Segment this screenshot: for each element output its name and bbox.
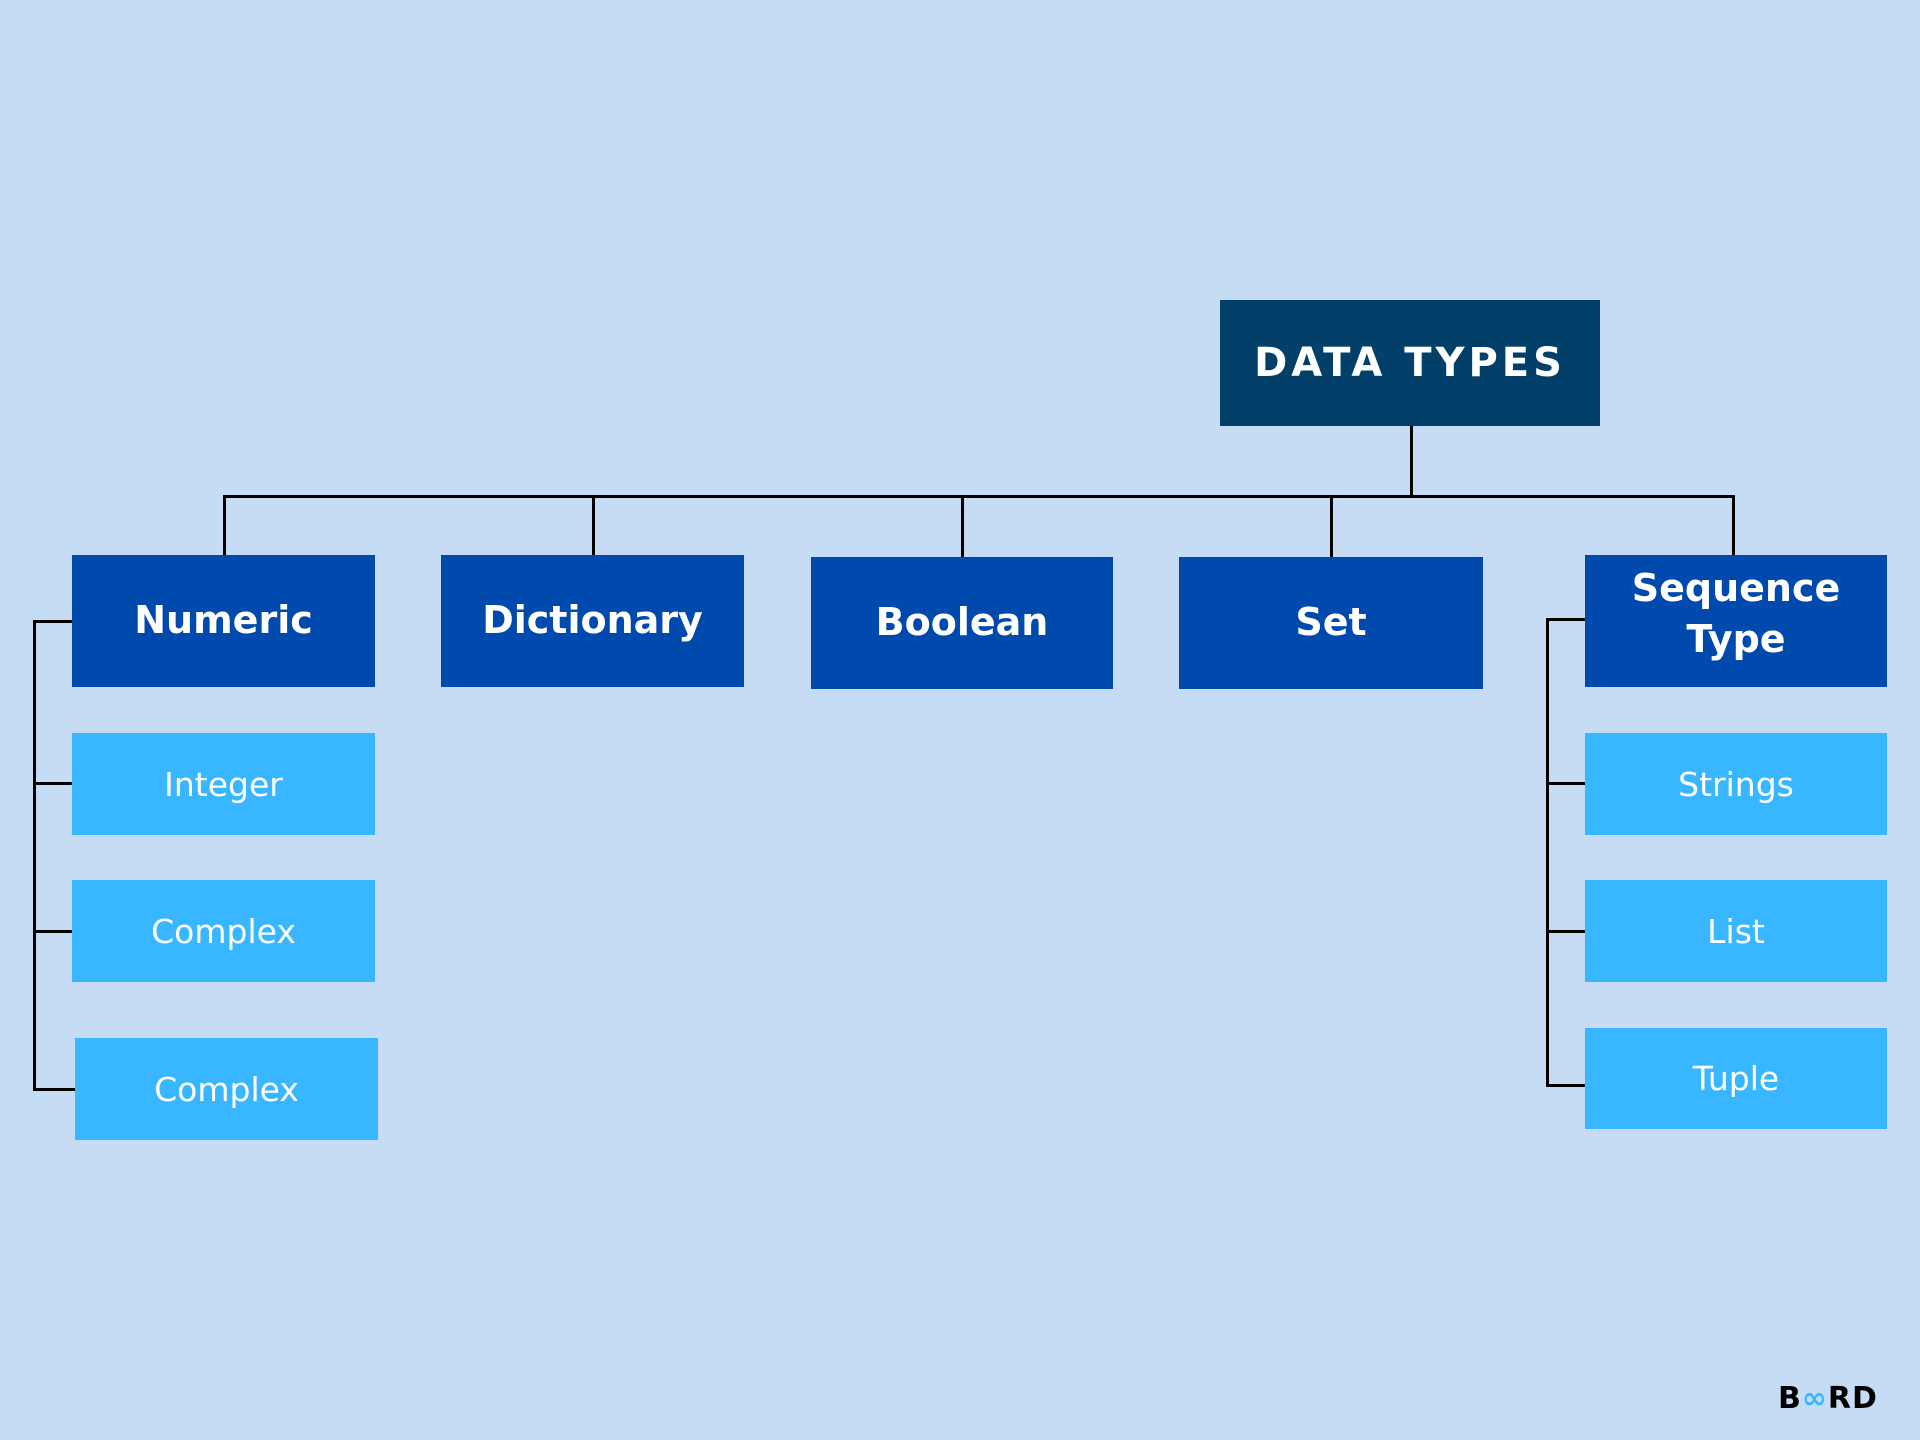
root-label: DATA TYPES [1254,340,1566,386]
numeric-spine [33,620,36,1091]
board-logo: B ∞ RD [1778,1381,1878,1416]
subtype-label: Complex [154,1069,299,1109]
boolean-stem [961,495,964,558]
list-branch [1546,930,1585,933]
sequence-stem [1732,495,1735,556]
sequence-spine [1546,618,1549,1087]
dictionary-stem [592,495,595,556]
category-node-sequence-type: Sequence Type [1585,555,1887,687]
root-node-data-types: DATA TYPES [1220,300,1600,426]
category-label: Boolean [875,600,1049,645]
subtype-node-list: List [1585,880,1887,982]
subtype-label: Tuple [1692,1059,1780,1098]
category-label: Set [1295,600,1367,645]
category-label: Numeric [134,598,313,643]
category-node-dictionary: Dictionary [441,555,744,687]
subtype-label: Complex [151,911,296,951]
subtype-label: Strings [1678,764,1794,804]
root-stem [1410,426,1413,497]
tuple-branch [1546,1084,1585,1087]
category-node-set: Set [1179,557,1483,689]
numeric-stem [223,495,226,556]
category-bus [223,495,1735,498]
subtype-node-complex: Complex [72,880,375,982]
logo-suffix: RD [1827,1381,1878,1416]
subtype-node-integer: Integer [72,733,375,835]
category-label: Dictionary [482,598,703,643]
category-label: Sequence Type [1631,565,1841,661]
category-node-boolean: Boolean [811,557,1113,689]
subtype-label: List [1707,911,1765,951]
complex-branch [33,930,72,933]
complex2-branch [33,1088,75,1091]
set-stem [1330,495,1333,558]
integer-branch [33,782,72,785]
subtype-label: Integer [164,764,283,804]
subtype-node-strings: Strings [1585,733,1887,835]
strings-branch [1546,782,1585,785]
sequence-branch [1546,618,1585,621]
logo-prefix: B [1778,1381,1802,1416]
infinity-icon: ∞ [1801,1381,1828,1416]
subtype-node-complex-2: Complex [75,1038,378,1140]
numeric-branch [33,620,72,623]
category-node-numeric: Numeric [72,555,375,687]
subtype-node-tuple: Tuple [1585,1028,1887,1129]
